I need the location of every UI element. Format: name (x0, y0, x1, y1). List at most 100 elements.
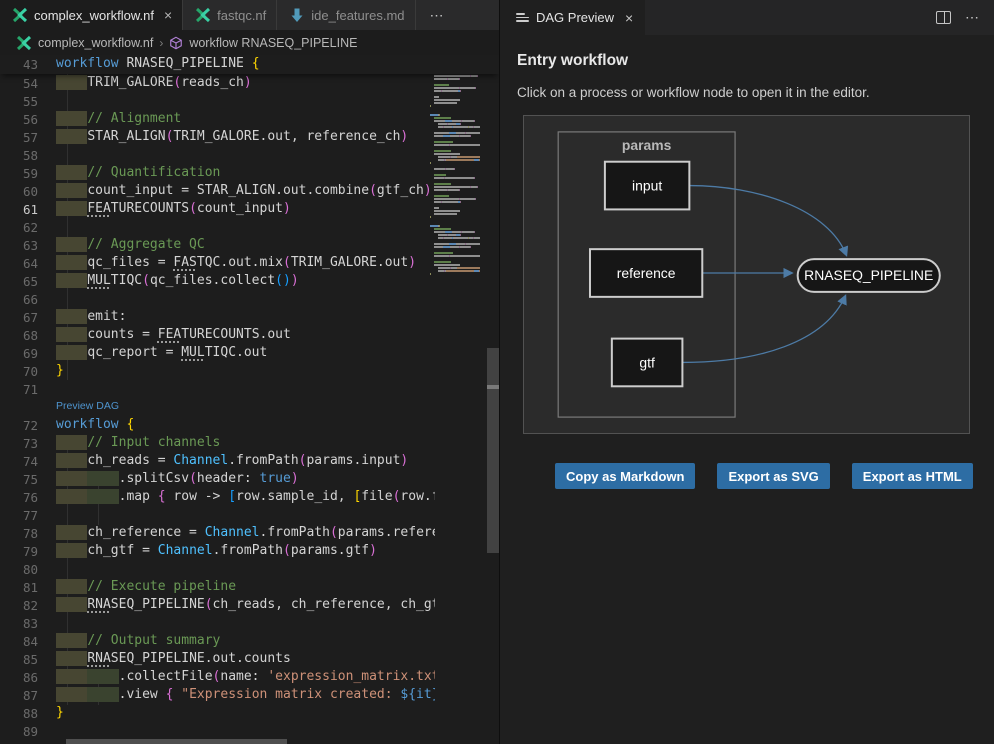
code-line-58[interactable]: 58 (0, 146, 499, 164)
line-number: 82 (0, 598, 56, 613)
code-line-74[interactable]: 74 ch_reads = Channel.fromPath(params.in… (0, 452, 499, 470)
line-number: 66 (0, 292, 56, 307)
code-line-67[interactable]: 67 emit: (0, 308, 499, 326)
code-line-89[interactable]: 89 (0, 722, 499, 740)
node-gtf-label: gtf (639, 354, 655, 370)
line-number: 58 (0, 148, 56, 163)
preview-list-icon (516, 13, 529, 22)
code-line-63[interactable]: 63 // Aggregate QC (0, 236, 499, 254)
nextflow-icon (12, 7, 28, 23)
code-line-84[interactable]: 84 // Output summary (0, 632, 499, 650)
line-number: 76 (0, 490, 56, 505)
tab-overflow-icon[interactable]: ⋯ (416, 0, 459, 30)
code-line-87[interactable]: 87 .view { "Expression matrix created: $… (0, 686, 499, 704)
code-line-68[interactable]: 68 counts = FEATURECOUNTS.out (0, 326, 499, 344)
line-number: 75 (0, 472, 56, 487)
tab-label: ide_features.md (311, 8, 404, 23)
code-line-54[interactable]: 54 TRIM_GALORE(reads_ch) (0, 74, 499, 92)
node-input[interactable]: input (605, 162, 689, 210)
line-number: 61 (0, 202, 56, 217)
code-line-83[interactable]: 83 (0, 614, 499, 632)
code-line-60[interactable]: 60 count_input = STAR_ALIGN.out.combine(… (0, 182, 499, 200)
tab-ide_features-md[interactable]: ide_features.md (277, 0, 415, 30)
sticky-line[interactable]: 43workflow RNASEQ_PIPELINE { (0, 55, 499, 73)
copy-as-markdown-button[interactable]: Copy as Markdown (555, 463, 695, 489)
code-line-75[interactable]: 75 .splitCsv(header: true) (0, 470, 499, 488)
code-line-62[interactable]: 62 (0, 218, 499, 236)
code-line-66[interactable]: 66 (0, 290, 499, 308)
code-line-72[interactable]: 72workflow { (0, 416, 499, 434)
split-editor-icon[interactable] (936, 11, 951, 24)
nextflow-icon (16, 35, 32, 51)
params-cluster-label: params (622, 137, 672, 153)
codelens-preview-dag[interactable]: Preview DAG (0, 398, 499, 416)
panel-tab-close-icon[interactable]: × (625, 10, 633, 26)
node-rnaseq-pipeline[interactable]: RNASEQ_PIPELINE (798, 259, 940, 292)
line-number: 72 (0, 418, 56, 433)
code-line-71[interactable]: 71 (0, 380, 499, 398)
line-number: 57 (0, 130, 56, 145)
horizontal-scrollbar[interactable] (66, 739, 287, 744)
code-line-77[interactable]: 77 (0, 506, 499, 524)
code-line-64[interactable]: 64 qc_files = FASTQC.out.mix(TRIM_GALORE… (0, 254, 499, 272)
code-line-57[interactable]: 57 STAR_ALIGN(TRIM_GALORE.out, reference… (0, 128, 499, 146)
vertical-scrollbar[interactable] (487, 348, 499, 553)
code-line-69[interactable]: 69 qc_report = MULTIQC.out (0, 344, 499, 362)
editor-column: complex_workflow.nf×fastqc.nfide_feature… (0, 0, 500, 744)
code-line-79[interactable]: 79 ch_gtf = Channel.fromPath(params.gtf) (0, 542, 499, 560)
line-number: 64 (0, 256, 56, 271)
panel-actions: ⋯ (936, 0, 994, 35)
node-input-label: input (632, 178, 662, 194)
node-reference[interactable]: reference (590, 249, 702, 297)
breadcrumb[interactable]: complex_workflow.nf › workflow RNASEQ_PI… (0, 30, 499, 55)
panel-heading: Entry workflow (517, 52, 977, 70)
code-line-73[interactable]: 73 // Input channels (0, 434, 499, 452)
code-line-82[interactable]: 82 RNASEQ_PIPELINE(ch_reads, ch_referenc… (0, 596, 499, 614)
node-reference-label: reference (617, 265, 676, 281)
code-line-81[interactable]: 81 // Execute pipeline (0, 578, 499, 596)
more-actions-icon[interactable]: ⋯ (965, 9, 980, 26)
line-number: 73 (0, 436, 56, 451)
code-line-59[interactable]: 59 // Quantification (0, 164, 499, 182)
line-number: 79 (0, 544, 56, 559)
minimap[interactable] (430, 57, 486, 744)
code-line-55[interactable]: 55 (0, 92, 499, 110)
node-gtf[interactable]: gtf (612, 339, 683, 387)
code-line-56[interactable]: 56 // Alignment (0, 110, 499, 128)
markdown-icon (289, 7, 305, 23)
code-viewport: 43workflow RNASEQ_PIPELINE { 54 TRIM_GAL… (0, 55, 499, 744)
tab-fastqc-nf[interactable]: fastqc.nf (183, 0, 277, 30)
line-number: 59 (0, 166, 56, 181)
export-as-svg-button[interactable]: Export as SVG (717, 463, 829, 489)
code-line-85[interactable]: 85 RNASEQ_PIPELINE.out.counts (0, 650, 499, 668)
sticky-scroll-line[interactable]: 43workflow RNASEQ_PIPELINE { (0, 55, 499, 74)
breadcrumb-file[interactable]: complex_workflow.nf (38, 36, 153, 50)
line-number: 74 (0, 454, 56, 469)
code-line-76[interactable]: 76 .map { row -> [row.sample_id, [file(r… (0, 488, 499, 506)
line-number: 62 (0, 220, 56, 235)
line-number: 69 (0, 346, 56, 361)
line-number: 54 (0, 76, 56, 91)
nextflow-icon (195, 7, 211, 23)
code-line-70[interactable]: 70} (0, 362, 499, 380)
tab-close-icon[interactable]: × (164, 7, 172, 23)
tab-dag-preview[interactable]: DAG Preview × (500, 0, 645, 35)
export-button-row: Copy as Markdown Export as SVG Export as… (555, 463, 977, 489)
code-line-86[interactable]: 86 .collectFile(name: 'expression_matrix… (0, 668, 499, 686)
line-number: 81 (0, 580, 56, 595)
line-number: 89 (0, 724, 56, 739)
line-number: 63 (0, 238, 56, 253)
line-number: 68 (0, 328, 56, 343)
code-line-88[interactable]: 88} (0, 704, 499, 722)
edge-input-to-pipeline (689, 186, 846, 256)
panel-description: Click on a process or workflow node to o… (517, 85, 977, 100)
tab-complex_workflow-nf[interactable]: complex_workflow.nf× (0, 0, 183, 30)
code-line-80[interactable]: 80 (0, 560, 499, 578)
code-line-78[interactable]: 78 ch_reference = Channel.fromPath(param… (0, 524, 499, 542)
breadcrumb-symbol[interactable]: workflow RNASEQ_PIPELINE (189, 36, 357, 50)
line-number: 88 (0, 706, 56, 721)
export-as-html-button[interactable]: Export as HTML (852, 463, 973, 489)
code-line-65[interactable]: 65 MULTIQC(qc_files.collect()) (0, 272, 499, 290)
code-line-61[interactable]: 61 FEATURECOUNTS(count_input) (0, 200, 499, 218)
breadcrumb-separator: › (159, 36, 163, 50)
